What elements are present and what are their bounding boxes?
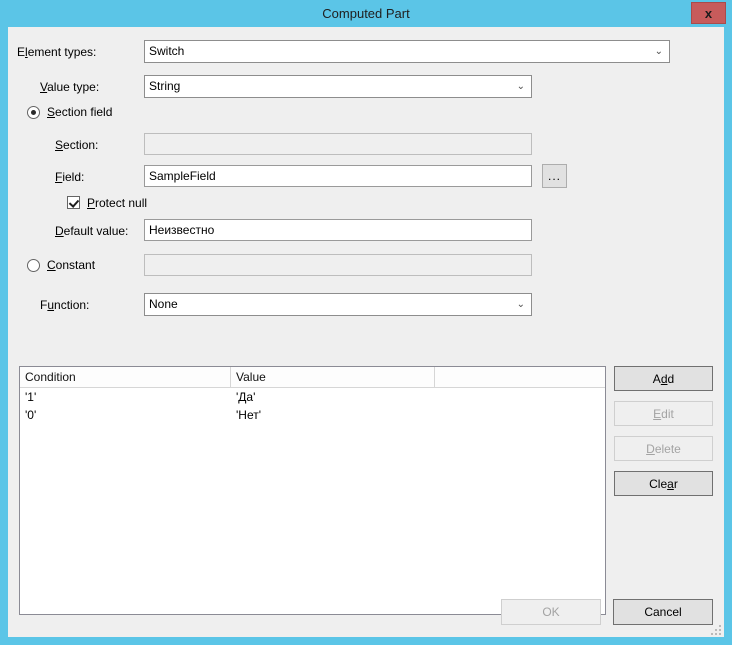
grid-header-row: Condition Value — [20, 367, 605, 388]
cell-value: 'Нет' — [236, 408, 262, 422]
field-label: Field: — [55, 170, 85, 184]
constant-radio[interactable] — [27, 259, 40, 272]
element-types-combobox[interactable]: Switch ⌄ — [144, 40, 670, 63]
section-field-radio-label: Section field — [47, 105, 113, 119]
cell-condition: '0' — [25, 408, 37, 422]
default-value-input[interactable]: Неизвестно — [144, 219, 532, 241]
chevron-down-icon: ⌄ — [654, 46, 663, 57]
page-title: Computed Part — [322, 6, 410, 21]
section-input[interactable] — [144, 133, 532, 155]
protect-null-label: Protect null — [87, 196, 148, 210]
conditions-grid[interactable]: Condition Value '1' 'Да' '0' 'Нет' — [19, 366, 606, 615]
function-value: None — [149, 297, 178, 311]
constant-input[interactable] — [144, 254, 532, 276]
close-icon[interactable]: x — [691, 2, 726, 24]
cell-condition: '1' — [25, 390, 37, 404]
dialog-client-area: Element types: Switch ⌄ Value type: Stri… — [8, 27, 724, 637]
title-bar[interactable]: Computed Part x — [0, 0, 732, 27]
delete-button[interactable]: Delete — [614, 436, 713, 461]
grid-body: '1' 'Да' '0' 'Нет' — [20, 388, 605, 614]
function-combobox[interactable]: None ⌄ — [144, 293, 532, 316]
cell-value: 'Да' — [236, 390, 256, 404]
section-field-radio[interactable] — [27, 106, 40, 119]
grid-column-header-extra[interactable] — [435, 367, 605, 387]
ok-button[interactable]: OK — [501, 599, 601, 625]
chevron-down-icon: ⌄ — [516, 299, 525, 310]
element-types-value: Switch — [149, 44, 185, 58]
table-row[interactable]: '0' 'Нет' — [20, 406, 605, 424]
add-button[interactable]: Add — [614, 366, 713, 391]
constant-radio-label: Constant — [47, 258, 96, 272]
value-type-label: Value type: — [40, 80, 100, 94]
grid-column-header-value[interactable]: Value — [231, 367, 435, 387]
table-row[interactable]: '1' 'Да' — [20, 388, 605, 406]
value-type-combobox[interactable]: String ⌄ — [144, 75, 532, 98]
chevron-down-icon: ⌄ — [516, 81, 525, 92]
function-label: Function: — [40, 298, 90, 312]
section-label: Section: — [55, 138, 99, 152]
cancel-button[interactable]: Cancel — [613, 599, 713, 625]
grid-column-header-condition[interactable]: Condition — [20, 367, 231, 387]
field-browse-button[interactable]: ... — [542, 164, 567, 188]
clear-button[interactable]: Clear — [614, 471, 713, 496]
edit-button[interactable]: Edit — [614, 401, 713, 426]
dialog-window: Computed Part x Element types: Switch ⌄ … — [0, 0, 732, 645]
default-value-label: Default value: — [55, 224, 129, 238]
field-input[interactable]: SampleField — [144, 165, 532, 187]
element-types-label: Element types: — [17, 45, 97, 59]
resize-grip[interactable] — [709, 623, 721, 635]
protect-null-checkbox[interactable] — [67, 196, 80, 209]
value-type-value: String — [149, 79, 181, 93]
